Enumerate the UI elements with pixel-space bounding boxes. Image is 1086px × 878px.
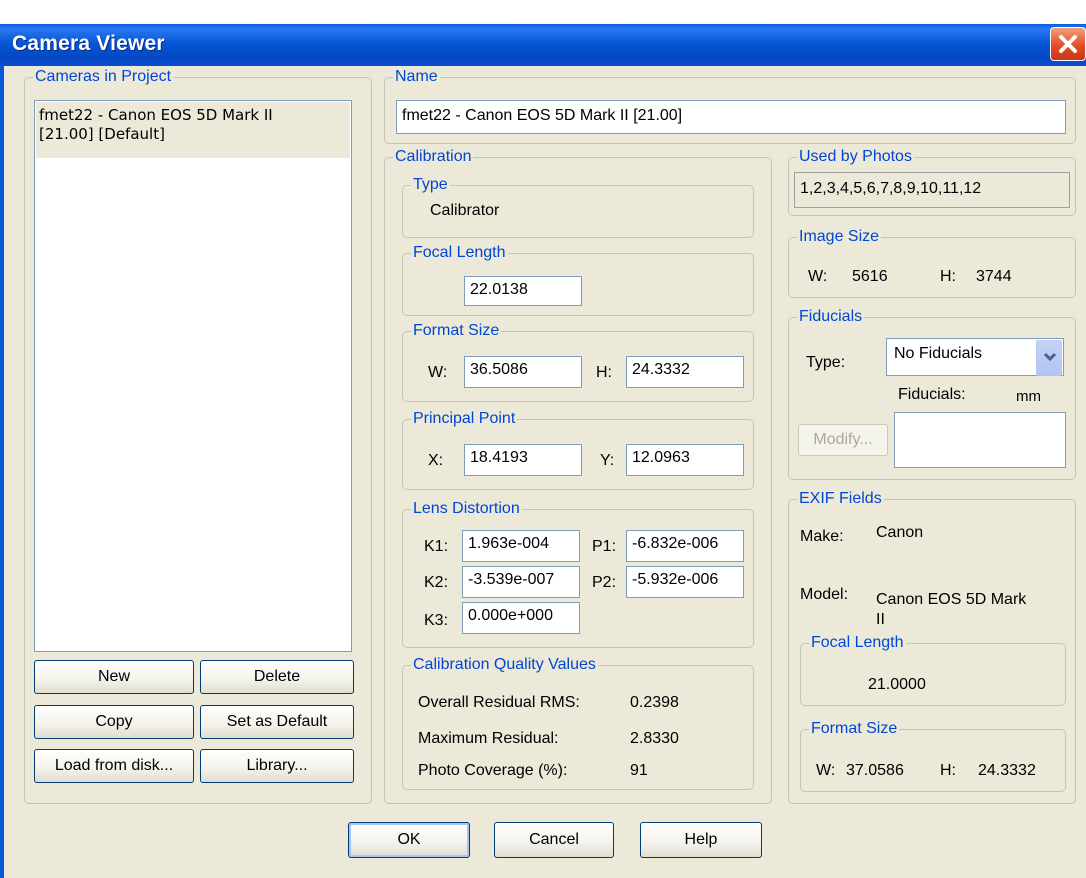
image-size-group: Image Size xyxy=(788,228,1076,298)
camera-list-item[interactable]: fmet22 - Canon EOS 5D Mark II [21.00] [D… xyxy=(36,102,350,158)
camera-name-input[interactable]: fmet22 - Canon EOS 5D Mark II [21.00] xyxy=(396,100,1066,134)
focal-length-legend: Focal Length xyxy=(413,244,506,261)
k2-label: K2: xyxy=(424,574,449,591)
principal-y-label: Y: xyxy=(600,452,615,469)
fiducials-label: Fiducials: xyxy=(898,386,966,403)
format-w-label: W: xyxy=(428,364,448,381)
format-width-input[interactable]: 36.5086 xyxy=(464,356,582,388)
name-legend: Name xyxy=(395,68,438,85)
image-size-legend: Image Size xyxy=(799,228,880,245)
exif-format-size-legend: Format Size xyxy=(811,720,898,737)
exif-focal-length-value: 21.0000 xyxy=(868,676,926,693)
format-height-input[interactable]: 24.3332 xyxy=(626,356,744,388)
exif-format-size-group: Format Size xyxy=(800,720,1066,792)
used-by-photos-legend: Used by Photos xyxy=(799,148,912,165)
exif-w-label: W: xyxy=(816,762,836,779)
image-w-value: 5616 xyxy=(852,268,888,285)
set-as-default-button[interactable]: Set as Default xyxy=(200,705,354,739)
max-residual-value: 2.8330 xyxy=(630,730,679,747)
p2-input[interactable]: -5.932e-006 xyxy=(626,566,744,598)
ok-button[interactable]: OK xyxy=(348,822,470,858)
photo-coverage-label: Photo Coverage (%): xyxy=(418,762,568,779)
format-size-legend: Format Size xyxy=(413,322,500,339)
principal-x-input[interactable]: 18.4193 xyxy=(464,444,582,476)
copy-button[interactable]: Copy xyxy=(34,705,194,739)
p1-input[interactable]: -6.832e-006 xyxy=(626,530,744,562)
rms-value: 0.2398 xyxy=(630,694,679,711)
camera-item-line2: [21.00] [Default] xyxy=(39,125,165,143)
exif-w-value: 37.0586 xyxy=(846,762,904,779)
type-legend: Type xyxy=(413,176,448,193)
principal-x-label: X: xyxy=(428,452,444,469)
rms-label: Overall Residual RMS: xyxy=(418,694,580,711)
window-left-border xyxy=(0,66,4,878)
principal-point-legend: Principal Point xyxy=(413,410,516,427)
close-icon xyxy=(1059,35,1077,53)
fiducials-unit: mm xyxy=(1016,388,1041,405)
image-w-label: W: xyxy=(808,268,828,285)
exif-model-value: Canon EOS 5D Mark II xyxy=(876,590,1026,630)
chevron-down-icon xyxy=(1044,352,1056,362)
calibration-quality-legend: Calibration Quality Values xyxy=(413,656,596,673)
focal-length-input[interactable]: 22.0138 xyxy=(464,276,582,306)
exif-make-value: Canon xyxy=(876,524,924,541)
image-h-label: H: xyxy=(940,268,956,285)
format-h-label: H: xyxy=(596,364,612,381)
exif-focal-length-legend: Focal Length xyxy=(811,634,904,651)
fiducial-type-value: No Fiducials xyxy=(894,345,983,362)
k1-label: K1: xyxy=(424,538,449,555)
exif-model-label: Model: xyxy=(800,586,849,603)
k3-input[interactable]: 0.000e+000 xyxy=(462,602,580,634)
exif-h-label: H: xyxy=(940,762,956,779)
principal-y-input[interactable]: 12.0963 xyxy=(626,444,744,476)
calibration-legend: Calibration xyxy=(395,148,472,165)
fiducial-type-label: Type: xyxy=(806,354,846,371)
exif-fields-legend: EXIF Fields xyxy=(799,490,882,507)
exif-model-line1: Canon EOS 5D Mark xyxy=(876,591,1027,608)
new-button[interactable]: New xyxy=(34,660,194,694)
camera-list[interactable]: fmet22 - Canon EOS 5D Mark II [21.00] [D… xyxy=(34,100,352,652)
window-title: Camera Viewer xyxy=(12,32,165,55)
lens-distortion-legend: Lens Distortion xyxy=(413,500,520,517)
camera-item-line1: fmet22 - Canon EOS 5D Mark II xyxy=(39,106,273,124)
fiducials-list[interactable] xyxy=(894,412,1066,468)
dropdown-arrow[interactable] xyxy=(1036,340,1062,376)
exif-focal-length-group: Focal Length xyxy=(800,634,1066,706)
load-from-disk-button[interactable]: Load from disk... xyxy=(34,749,194,783)
cameras-in-project-legend: Cameras in Project xyxy=(35,68,172,85)
used-by-photos-value: 1,2,3,4,5,6,7,8,9,10,11,12 xyxy=(794,172,1070,208)
fiducial-type-dropdown[interactable]: No Fiducials xyxy=(886,338,1064,376)
fiducials-legend: Fiducials xyxy=(799,308,863,325)
close-button[interactable] xyxy=(1050,27,1086,61)
image-h-value: 3744 xyxy=(976,268,1012,285)
p2-label: P2: xyxy=(592,574,617,591)
p1-label: P1: xyxy=(592,538,617,555)
max-residual-label: Maximum Residual: xyxy=(418,730,559,747)
calibration-type-value: Calibrator xyxy=(430,202,500,219)
k1-input[interactable]: 1.963e-004 xyxy=(462,530,580,562)
help-button[interactable]: Help xyxy=(640,822,762,858)
cancel-button[interactable]: Cancel xyxy=(494,822,614,858)
library-button[interactable]: Library... xyxy=(200,749,354,783)
k2-input[interactable]: -3.539e-007 xyxy=(462,566,580,598)
exif-make-label: Make: xyxy=(800,528,844,545)
modify-button[interactable]: Modify... xyxy=(798,424,888,456)
delete-button[interactable]: Delete xyxy=(200,660,354,694)
exif-h-value: 24.3332 xyxy=(978,762,1036,779)
k3-label: K3: xyxy=(424,612,449,629)
photo-coverage-value: 91 xyxy=(630,762,648,779)
exif-model-line2: II xyxy=(876,611,885,628)
